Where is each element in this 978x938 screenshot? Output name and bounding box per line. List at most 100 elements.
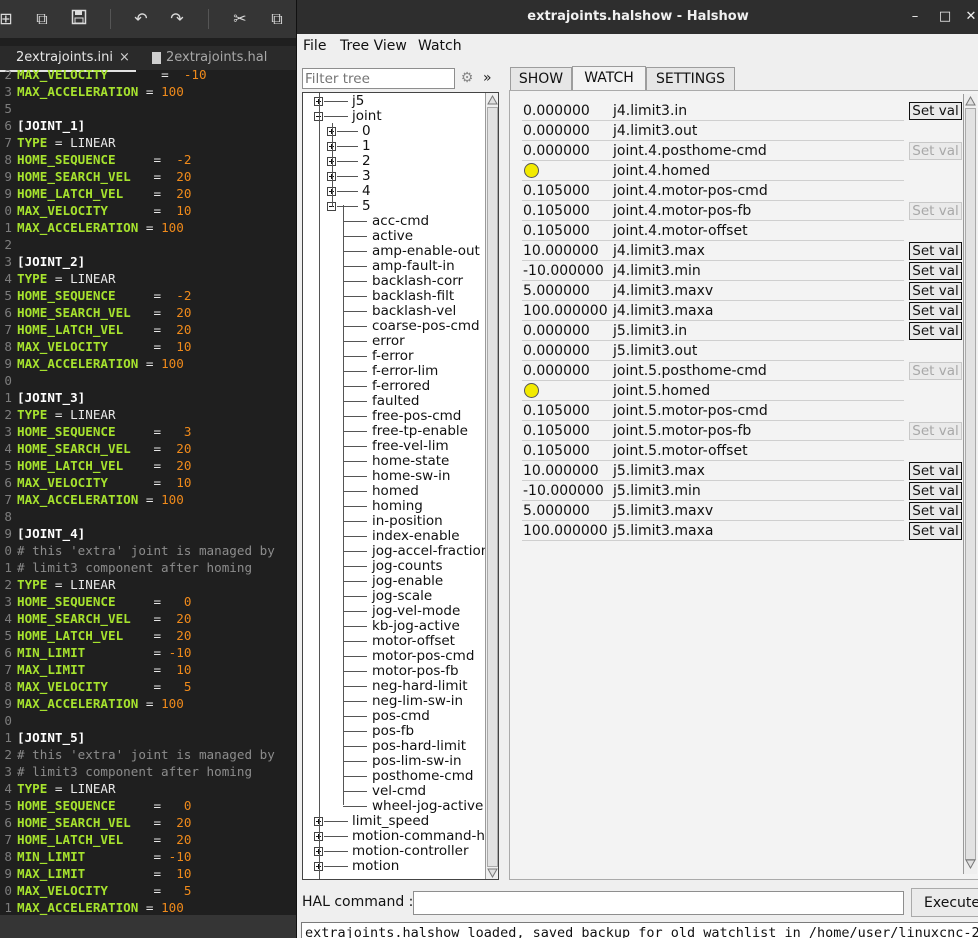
menu-tree-view[interactable]: Tree View [340,38,407,54]
menu-watch[interactable]: Watch [418,38,462,54]
hal-tree-view[interactable]: j5 joint 0 1 2 3 4 5 acc-cmd active amp-enable-out… [302,92,499,880]
tree-node[interactable]: 1 [362,139,371,154]
redo-icon[interactable]: ↷ [167,9,187,29]
tree-node[interactable]: f-errored [372,379,430,394]
set-value-button[interactable]: Set val [909,102,962,120]
tab-watch[interactable]: WATCH [572,66,646,91]
cut-icon[interactable]: ✂ [230,9,250,29]
save-icon[interactable] [69,9,89,29]
tree-node[interactable]: motion-command-handler [352,829,498,844]
set-value-button[interactable]: Set val [909,502,962,520]
set-value-button[interactable]: Set val [909,522,962,540]
tree-node[interactable]: wheel-jog-active [372,799,483,814]
tree-node[interactable]: free-vel-lim [372,439,449,454]
scroll-up-icon[interactable] [965,96,976,106]
tree-node[interactable]: acc-cmd [372,214,429,229]
tree-node[interactable]: 3 [362,169,371,184]
tree-node[interactable]: motor-pos-fb [372,664,459,679]
tree-node[interactable]: error [372,334,405,349]
tree-node[interactable]: motor-pos-cmd [372,649,474,664]
set-value-button[interactable]: Set val [909,242,962,260]
tree-node[interactable]: active [372,229,413,244]
hal-command-input[interactable] [413,891,904,915]
tree-node[interactable]: backlash-corr [372,274,463,289]
tree-scrollbar[interactable] [485,93,498,879]
tree-node[interactable]: homing [372,499,423,514]
tree-node[interactable]: jog-enable [372,574,443,589]
set-value-button[interactable]: Set val [909,302,962,320]
tree-node[interactable]: jog-scale [372,589,432,604]
tree-node[interactable]: posthome-cmd [372,769,473,784]
tree-node[interactable]: jog-counts [372,559,443,574]
tree-guide-line [332,123,333,207]
close-tab-icon[interactable]: × [119,50,130,65]
set-value-button[interactable]: Set val [909,282,962,300]
add-icon[interactable]: ⊞ [0,9,16,29]
menu-file[interactable]: File [303,38,326,54]
tree-node[interactable]: motion-controller [352,844,469,859]
scroll-down-icon[interactable] [965,859,976,869]
tree-node[interactable]: pos-cmd [372,709,430,724]
filter-tree-input[interactable] [302,68,455,89]
scroll-up-icon[interactable] [487,95,498,105]
tree-node[interactable]: amp-enable-out [372,244,480,259]
tree-node[interactable]: f-error-lim [372,364,438,379]
gear-icon[interactable]: ⚙ [459,68,475,88]
tree-node[interactable]: homed [372,484,419,499]
maximize-button[interactable]: □ [935,7,955,27]
tree-node[interactable]: in-position [372,514,443,529]
execute-button[interactable]: Execute [911,888,978,917]
tree-node[interactable]: vel-cmd [372,784,426,799]
tree-node[interactable]: free-pos-cmd [372,409,461,424]
line-number: 7 [4,832,12,847]
more-options-icon[interactable]: » [483,68,495,88]
code-token: TYPE [17,271,48,286]
tree-node[interactable]: 2 [362,154,371,169]
tree-node[interactable]: kb-jog-active [372,619,460,634]
code-token: = [115,798,184,813]
tree-node[interactable]: motion [352,859,399,874]
tree-node[interactable]: home-state [372,454,449,469]
tree-node[interactable]: neg-lim-sw-in [372,694,463,709]
set-value-button[interactable]: Set val [909,262,962,280]
tree-node[interactable]: pos-lim-sw-in [372,754,462,769]
set-value-button[interactable]: Set val [909,462,962,480]
window-titlebar[interactable]: extrajoints.halshow - Halshow – □ ✕ [297,0,978,34]
tree-node[interactable]: j5 [352,94,364,109]
tree-node[interactable]: pos-fb [372,724,414,739]
watch-scrollbar-thumb[interactable] [965,108,976,860]
tree-node[interactable]: f-error [372,349,414,364]
tree-scrollbar-thumb[interactable] [487,107,498,867]
tree-node[interactable]: jog-accel-fraction [372,544,489,559]
tree-node[interactable]: 5 [362,199,371,214]
tree-node[interactable]: faulted [372,394,420,409]
tab-settings[interactable]: SETTINGS [646,67,735,90]
tree-node[interactable]: coarse-pos-cmd [372,319,480,334]
tree-node[interactable]: motor-offset [372,634,455,649]
minimize-button[interactable]: – [905,7,925,27]
tree-node[interactable]: 4 [362,184,371,199]
watch-scrollbar[interactable] [963,94,977,874]
scroll-down-icon[interactable] [487,868,498,878]
set-value-button[interactable]: Set val [909,482,962,500]
code-token: MAX_ACCELERATION [17,356,139,371]
tree-node[interactable]: limit_speed [352,814,429,829]
copy-icon[interactable]: ⧉ [267,9,287,29]
tree-node[interactable]: pos-hard-limit [372,739,466,754]
set-value-button[interactable]: Set val [909,322,962,340]
undo-icon[interactable]: ↶ [131,9,151,29]
tree-node[interactable]: index-enable [372,529,460,544]
tree-connector [343,371,367,372]
copy-window-icon[interactable]: ⧉ [32,9,52,29]
tree-node[interactable]: amp-fault-in [372,259,455,274]
tree-node[interactable]: backlash-filt [372,289,454,304]
tree-node[interactable]: backlash-vel [372,304,456,319]
tree-node[interactable]: neg-hard-limit [372,679,468,694]
tree-node[interactable]: 0 [362,124,371,139]
close-button[interactable]: ✕ [961,7,978,27]
tree-node[interactable]: free-tp-enable [372,424,468,439]
tree-node[interactable]: joint [352,109,382,124]
tree-node[interactable]: jog-vel-mode [372,604,460,619]
tree-node[interactable]: home-sw-in [372,469,450,484]
tab-show[interactable]: SHOW [510,67,572,90]
